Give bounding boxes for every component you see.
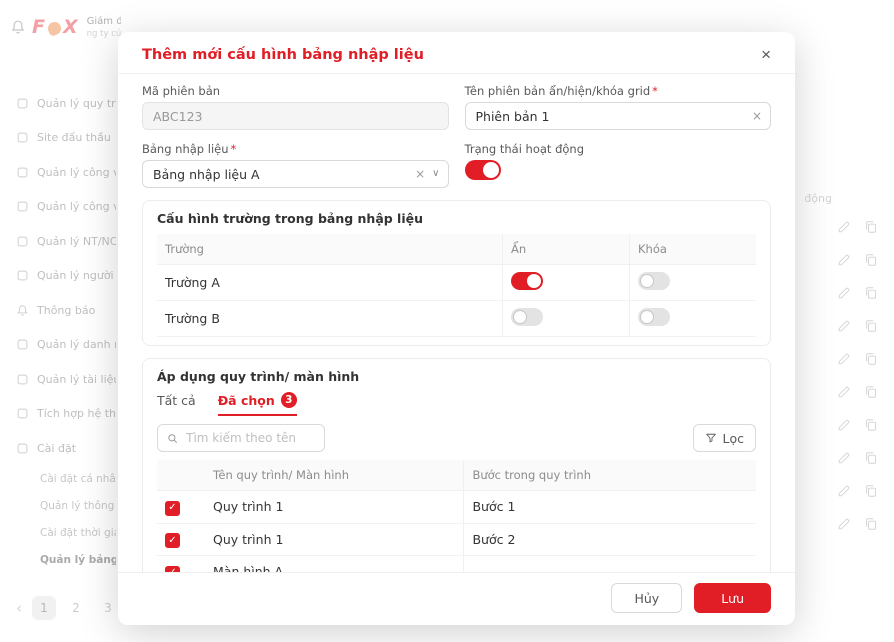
cancel-button[interactable]: Hủy	[611, 583, 682, 613]
modal-footer: Hủy Lưu	[118, 572, 795, 625]
version-code-label: Mã phiên bản	[142, 84, 449, 98]
column-header-process-name: Tên quy trình/ Màn hình	[205, 460, 464, 491]
active-status-label: Trạng thái hoạt động	[465, 142, 772, 156]
toggle-knob	[483, 162, 499, 178]
column-header-step: Bước trong quy trình	[464, 460, 756, 491]
selected-count-badge: 3	[281, 392, 297, 408]
tab-selected[interactable]: Đã chọn 3	[218, 392, 297, 416]
table-header-row: Tên quy trình/ Màn hình Bước trong quy t…	[157, 460, 756, 491]
required-mark: *	[231, 142, 237, 156]
tab-label: Tất cả	[157, 393, 196, 408]
version-code-group: Mã phiên bản	[142, 84, 449, 130]
process-row: Quy trình 1 Bước 2	[157, 523, 756, 556]
table-header-row: Trường Ẩn Khóa	[157, 234, 756, 265]
version-name-label: Tên phiên bản ẩn/hiện/khóa grid*	[465, 84, 772, 98]
field-name: Trường A	[157, 265, 503, 301]
column-header-locked: Khóa	[630, 234, 757, 265]
tab-all[interactable]: Tất cả	[157, 392, 196, 416]
toggle-knob	[640, 310, 654, 324]
filter-label: Lọc	[723, 431, 744, 446]
process-name: Quy trình 1	[205, 491, 464, 524]
clear-icon[interactable]: ×	[415, 168, 425, 180]
toggle-knob	[513, 310, 527, 324]
field-config-section: Cấu hình trường trong bảng nhập liệu Trư…	[142, 200, 771, 346]
modal-header: Thêm mới cấu hình bảng nhập liệu ×	[118, 32, 795, 74]
search-input[interactable]	[184, 430, 315, 446]
field-row: Trường A	[157, 265, 756, 301]
field-config-table: Trường Ẩn Khóa Trường A Trường B	[157, 234, 756, 337]
search-box	[157, 424, 325, 452]
toggle-knob	[527, 274, 541, 288]
active-status-group: Trạng thái hoạt động	[465, 142, 772, 188]
process-name: Quy trình 1	[205, 523, 464, 556]
save-button[interactable]: Lưu	[694, 583, 771, 613]
filter-icon	[705, 432, 717, 444]
process-row: Quy trình 1 Bước 1	[157, 491, 756, 524]
process-row: Màn hình A	[157, 556, 756, 573]
lock-toggle[interactable]	[638, 308, 670, 326]
apply-process-section: Áp dụng quy trình/ màn hình Tất cả Đã ch…	[142, 358, 771, 572]
hidden-toggle[interactable]	[511, 272, 543, 290]
close-icon[interactable]: ×	[761, 46, 771, 63]
version-name-group: Tên phiên bản ẩn/hiện/khóa grid* ×	[465, 84, 772, 130]
process-table: Tên quy trình/ Màn hình Bước trong quy t…	[157, 460, 756, 572]
form-grid: Mã phiên bản Tên phiên bản ẩn/hiện/khóa …	[142, 84, 771, 188]
hidden-toggle[interactable]	[511, 308, 543, 326]
input-table-group: Bảng nhập liệu* × ∨	[142, 142, 449, 188]
table-toolbar: Lọc	[157, 424, 756, 452]
field-row: Trường B	[157, 301, 756, 337]
modal-body: Mã phiên bản Tên phiên bản ẩn/hiện/khóa …	[118, 74, 795, 572]
column-header-field: Trường	[157, 234, 503, 265]
process-step	[464, 556, 756, 573]
column-header-checkbox	[157, 460, 205, 491]
active-status-toggle[interactable]	[465, 160, 501, 180]
field-name: Trường B	[157, 301, 503, 337]
row-checkbox[interactable]	[165, 533, 180, 548]
process-name: Màn hình A	[205, 556, 464, 573]
search-icon	[167, 432, 178, 445]
input-table-select[interactable]	[142, 160, 449, 188]
tab-label: Đã chọn	[218, 393, 275, 408]
required-mark: *	[652, 84, 658, 98]
toggle-knob	[640, 274, 654, 288]
filter-button[interactable]: Lọc	[693, 424, 756, 452]
process-step: Bước 1	[464, 491, 756, 524]
version-code-field[interactable]	[142, 102, 449, 130]
clear-icon[interactable]: ×	[752, 110, 762, 122]
column-header-hidden: Ẩn	[503, 234, 630, 265]
modal-title: Thêm mới cấu hình bảng nhập liệu	[142, 47, 424, 63]
add-input-table-config-modal: Thêm mới cấu hình bảng nhập liệu × Mã ph…	[118, 32, 795, 625]
tab-bar: Tất cả Đã chọn 3	[157, 392, 756, 416]
lock-toggle[interactable]	[638, 272, 670, 290]
chevron-down-icon[interactable]: ∨	[432, 169, 439, 179]
field-config-title: Cấu hình trường trong bảng nhập liệu	[157, 211, 756, 226]
row-checkbox[interactable]	[165, 501, 180, 516]
version-name-field[interactable]	[465, 102, 772, 130]
process-step: Bước 2	[464, 523, 756, 556]
input-table-label: Bảng nhập liệu*	[142, 142, 449, 156]
apply-section-title: Áp dụng quy trình/ màn hình	[157, 369, 756, 384]
